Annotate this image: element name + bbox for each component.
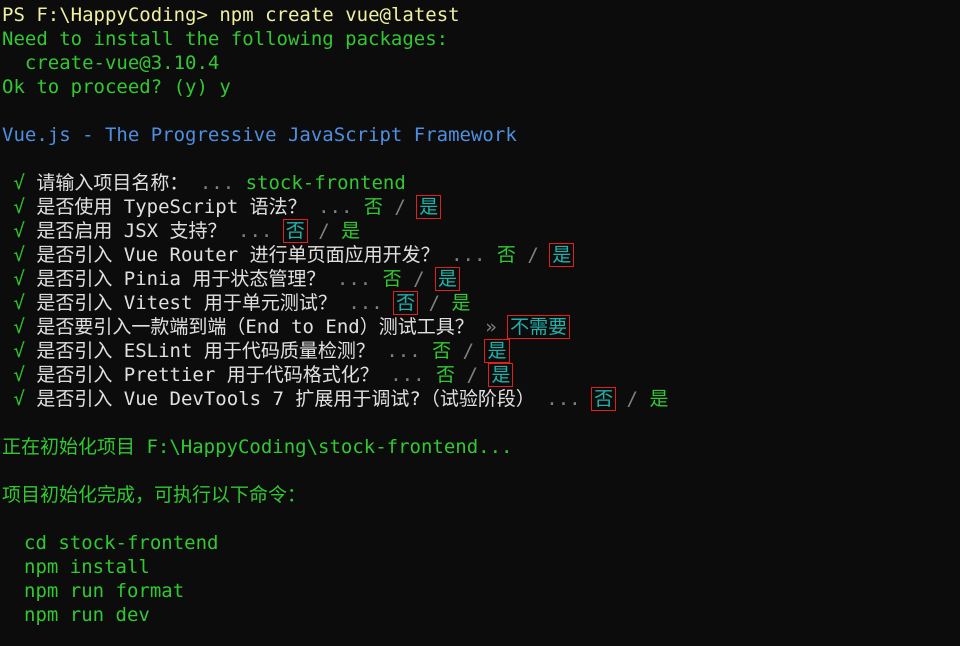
check-icon: √ — [13, 292, 25, 314]
option-separator: / — [428, 292, 441, 314]
question-line: √ 是否启用 JSX 支持？ ... 否 / 是 — [2, 219, 960, 243]
option-yes[interactable]: 是 — [649, 388, 668, 410]
terminal-window[interactable]: PS F:\HappyCoding> npm create vue@latest… — [0, 0, 960, 646]
option-yes[interactable]: 是 — [488, 363, 514, 387]
option-separator: / — [413, 268, 425, 290]
question-text: 是否引入 Vue DevTools 7 扩展用于调试?（试验阶段） — [36, 388, 535, 410]
option-yes[interactable]: 是 — [416, 195, 442, 219]
question-line: √ 是否引入 Prettier 用于代码格式化？ ... 否 / 是 — [2, 363, 960, 387]
option-no[interactable]: 否 — [282, 219, 308, 243]
done-line: 项目初始化完成，可执行以下命令： — [2, 484, 307, 506]
question-line: √ 是否引入 Vitest 用于单元测试？ ... 否 / 是 — [2, 291, 960, 315]
question-line: √ 是否引入 Vue Router 进行单页面应用开发？ ... 否 / 是 — [2, 243, 960, 267]
option-separator: / — [318, 220, 330, 242]
check-icon: √ — [13, 172, 25, 194]
check-icon: √ — [13, 340, 25, 362]
question-text: 是否引入 ESLint 用于代码质量检测？ — [36, 340, 375, 362]
question-text: 是否启用 JSX 支持？ — [36, 220, 227, 242]
ellipsis: ... — [318, 196, 353, 218]
option-yes[interactable]: 是 — [451, 292, 470, 314]
check-icon: √ — [13, 364, 25, 386]
check-icon: √ — [13, 316, 25, 338]
package-name: create-vue@3.10.4 — [24, 52, 220, 74]
option-yes[interactable]: 是 — [435, 267, 461, 291]
option-separator: / — [394, 196, 406, 218]
check-icon: √ — [13, 220, 25, 242]
option-yes[interactable]: 是 — [341, 220, 360, 242]
ellipsis: ... — [336, 268, 372, 290]
question-text: 是否引入 Vue Router 进行单页面应用开发？ — [36, 244, 440, 266]
install-need-line: Need to install the following packages: — [2, 28, 449, 50]
question-text: 是否引入 Prettier 用于代码格式化？ — [36, 364, 379, 386]
question-line: √ 是否引入 Pinia 用于状态管理？ ... 否 / 是 — [2, 267, 960, 291]
install-package-line: create-vue@3.10.4 — [2, 51, 960, 75]
question-text: 是否要引入一款端到端（End to End）测试工具？ — [36, 316, 474, 338]
ellipsis: ... — [390, 364, 425, 386]
question-text: 是否引入 Pinia 用于状态管理？ — [36, 268, 326, 290]
answer-text[interactable]: 不需要 — [507, 315, 571, 339]
next-command: cd stock-frontend — [24, 532, 219, 554]
check-icon: √ — [13, 196, 25, 218]
option-yes[interactable]: 是 — [484, 339, 510, 363]
question-text: 请输入项目名称： — [36, 172, 189, 194]
option-separator: / — [626, 388, 638, 410]
command-line: npm run format — [2, 579, 960, 603]
question-list: √ 请输入项目名称： ... stock-frontend √ 是否使用 Typ… — [2, 171, 960, 411]
ellipsis: ... — [199, 172, 235, 194]
option-separator: / — [466, 364, 478, 386]
next-command: npm install — [24, 556, 150, 578]
arrow-icon: » — [485, 316, 497, 338]
question-line: √ 是否引入 ESLint 用于代码质量检测？ ... 否 / 是 — [2, 339, 960, 363]
option-no[interactable]: 否 — [497, 244, 516, 266]
ellipsis: ... — [451, 244, 486, 266]
question-line: √ 是否引入 Vue DevTools 7 扩展用于调试?（试验阶段） ... … — [2, 387, 960, 411]
question-line: √ 是否要引入一款端到端（End to End）测试工具？ » 不需要 — [2, 315, 960, 339]
option-yes[interactable]: 是 — [549, 243, 575, 267]
question-line: √ 是否使用 TypeScript 语法？ ... 否 / 是 — [2, 195, 960, 219]
command-line: npm run dev — [2, 603, 960, 627]
ps-prompt: PS F:\HappyCoding> — [2, 4, 208, 26]
ellipsis: ... — [386, 340, 421, 362]
question-text: 是否使用 TypeScript 语法？ — [36, 196, 307, 218]
option-no[interactable]: 否 — [393, 291, 419, 315]
option-no[interactable]: 否 — [436, 364, 455, 386]
question-line: √ 请输入项目名称： ... stock-frontend — [2, 171, 960, 195]
ellipsis: ... — [546, 388, 581, 410]
check-icon: √ — [13, 388, 25, 410]
option-no[interactable]: 否 — [364, 196, 383, 218]
next-command: npm run format — [24, 580, 185, 602]
ellipsis: ... — [348, 292, 383, 314]
command-line: cd stock-frontend — [2, 531, 960, 555]
check-icon: √ — [13, 244, 25, 266]
command-text: npm create vue@latest — [219, 4, 460, 26]
question-text: 是否引入 Vitest 用于单元测试？ — [36, 292, 337, 314]
prompt-line: PS F:\HappyCoding> npm create vue@latest — [2, 3, 960, 27]
answer-text: stock-frontend — [245, 172, 406, 194]
option-separator: / — [462, 340, 475, 362]
vue-banner: Vue.js - The Progressive JavaScript Fram… — [2, 124, 517, 146]
option-no[interactable]: 否 — [591, 387, 617, 411]
proceed-line: Ok to proceed? (y) y — [2, 76, 231, 98]
next-command: npm run dev — [24, 604, 150, 626]
init-line: 正在初始化项目 F:\HappyCoding\stock-frontend... — [2, 436, 513, 458]
command-line: npm install — [2, 555, 960, 579]
option-separator: / — [527, 244, 539, 266]
option-no[interactable]: 否 — [432, 340, 451, 362]
option-no[interactable]: 否 — [383, 268, 402, 290]
ellipsis: ... — [238, 220, 273, 242]
check-icon: √ — [13, 268, 25, 290]
